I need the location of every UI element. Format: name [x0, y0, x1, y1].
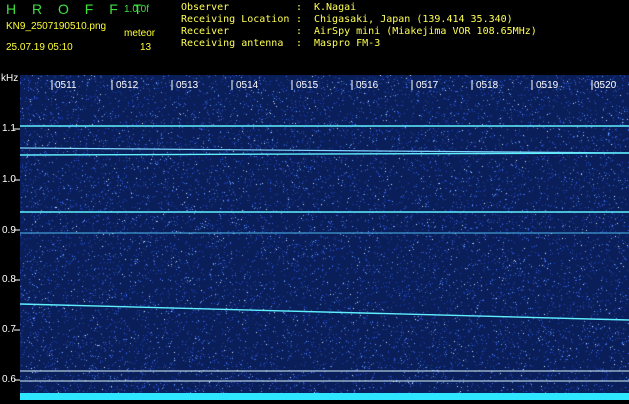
x-axis-ticks — [51, 80, 593, 90]
bottom-band — [20, 393, 629, 400]
signal-traces — [19, 125, 629, 382]
spectrogram-overlay — [14, 80, 629, 400]
carrier-trace — [19, 152, 629, 156]
carrier-trace — [19, 147, 629, 154]
y-axis-ticks — [14, 128, 20, 381]
carrier-trace — [19, 303, 629, 321]
